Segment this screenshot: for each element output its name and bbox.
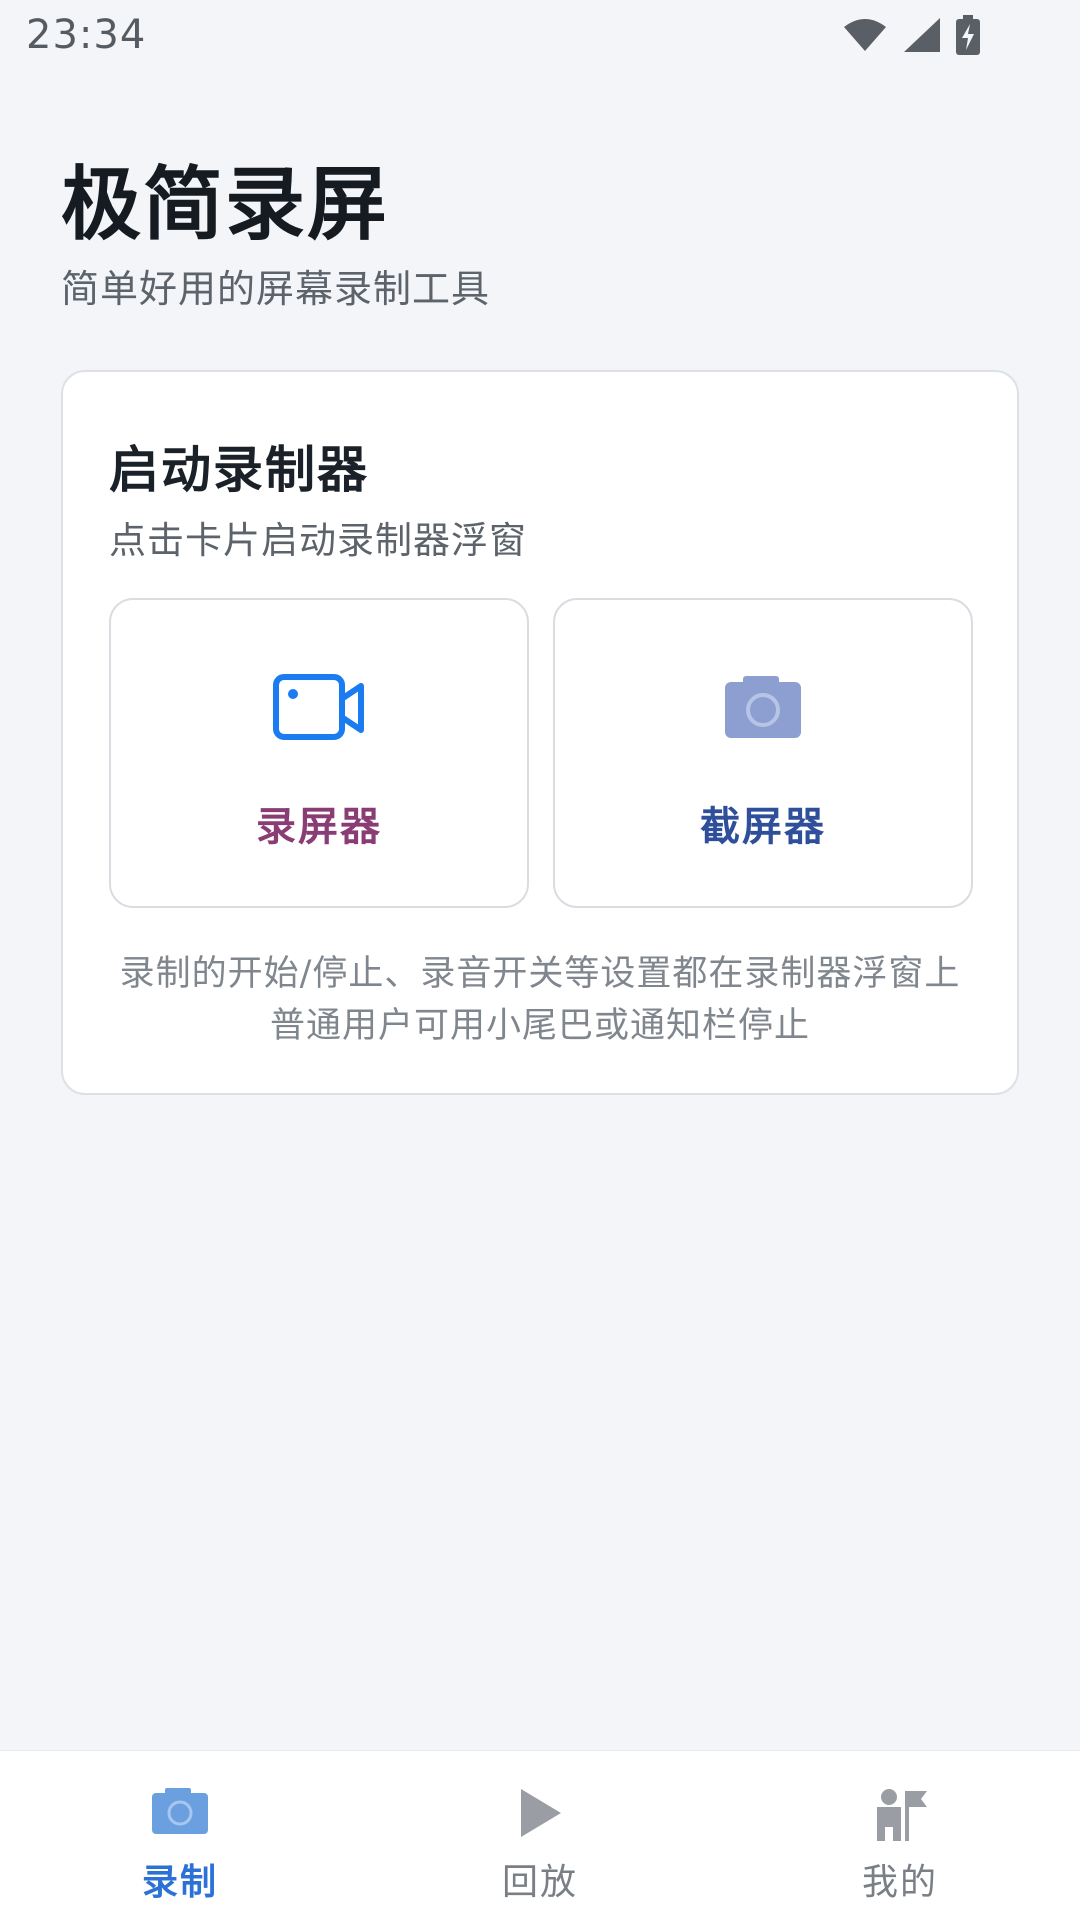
battery-charging-icon <box>956 15 980 55</box>
play-icon <box>521 1789 561 1837</box>
video-camera-icon <box>273 674 364 740</box>
user-flag-icon <box>877 1789 927 1841</box>
card-note-line-1: 录制的开始/停止、录音开关等设置都在录制器浮窗上 <box>119 954 961 994</box>
wifi-icon <box>844 19 886 51</box>
screen-recorder-label: 录屏器 <box>256 804 382 850</box>
nav-label-mine: 我的 <box>861 1862 938 1903</box>
nav-tab-record[interactable]: 录制 <box>0 1751 360 1920</box>
nav-label-record: 录制 <box>141 1862 218 1903</box>
nav-label-playback: 回放 <box>501 1862 578 1903</box>
card-note: 录制的开始/停止、录音开关等设置都在录制器浮窗上 普通用户可用小尾巴或通知栏停止 <box>63 948 1017 1052</box>
nav-tab-playback[interactable]: 回放 <box>360 1751 720 1920</box>
camera-icon <box>152 1788 208 1834</box>
screenshot-tool-tile[interactable]: 截屏器 <box>553 598 973 908</box>
screenshot-tool-label: 截屏器 <box>700 804 826 850</box>
camera-icon <box>725 676 801 738</box>
launch-recorder-card: 启动录制器 点击卡片启动录制器浮窗 录屏器 截屏器 录制的开始/停止、录音开关等… <box>61 370 1019 1095</box>
card-title: 启动录制器 <box>109 441 369 499</box>
status-bar: 23:34 <box>0 0 1080 70</box>
nav-tab-mine[interactable]: 我的 <box>720 1751 1080 1920</box>
card-note-line-2: 普通用户可用小尾巴或通知栏停止 <box>269 1006 810 1046</box>
app-subtitle: 简单好用的屏幕录制工具 <box>61 267 491 311</box>
status-icons <box>842 15 980 55</box>
app-title: 极简录屏 <box>61 158 389 251</box>
bottom-nav: 录制 回放 我的 <box>0 1750 1080 1920</box>
screen-recorder-tile[interactable]: 录屏器 <box>109 598 529 908</box>
status-time: 23:34 <box>26 12 147 58</box>
app-screen: 23:34 极简录屏 简单好用的屏幕录制工具 启动录制器 点击卡片启动录制器浮窗 <box>0 0 1080 1920</box>
card-subtitle: 点击卡片启动录制器浮窗 <box>109 519 527 562</box>
signal-icon <box>904 18 940 52</box>
